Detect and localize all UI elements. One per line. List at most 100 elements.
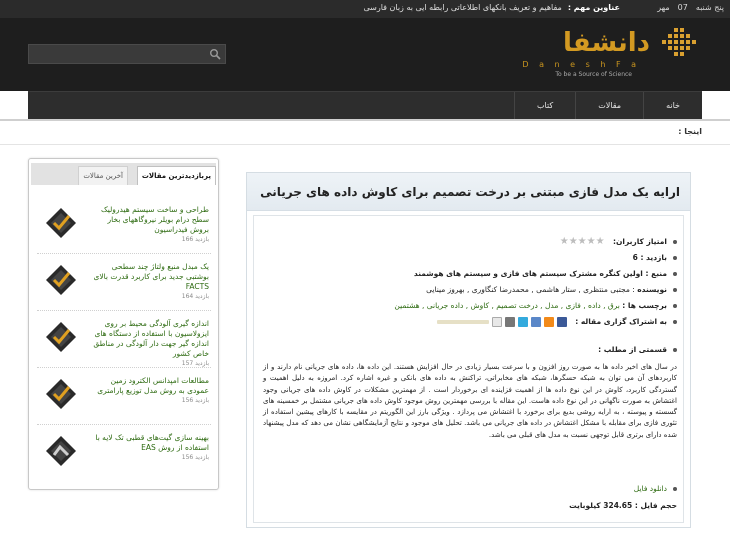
article-summary: در سال های اخیر داده ها به صورت روز افزو… xyxy=(263,363,677,439)
rating-stars[interactable]: ★★★★★ xyxy=(560,234,605,250)
authors-row: نویسنده : مجتبی منتظری , ستار هاشمی , مح… xyxy=(297,282,677,298)
date-day-name: پنج شنبه xyxy=(695,3,724,12)
tab-most-viewed[interactable]: پربازدیدترین مقالات xyxy=(136,166,216,185)
rating-star-icon[interactable]: ★ xyxy=(578,237,587,247)
email-icon[interactable] xyxy=(491,317,502,327)
list-item: طراحی و ساخت سیستم هیدرولیک سطح درام بوی… xyxy=(37,197,211,254)
share-label: به اشتراک گزاری مقاله : xyxy=(575,317,667,326)
list-item: اندازه گیری آلودگی محیط بر روی ایزولاسیو… xyxy=(37,311,211,368)
article-title: ارایه یک مدل فازی مبتنی بر درخت تصمیم بر… xyxy=(260,185,680,199)
bullet-icon xyxy=(673,304,677,308)
current-date: پنج شنبه 07 مهر xyxy=(649,3,724,12)
list-item-link[interactable]: اندازه گیری آلودگی محیط بر روی ایزولاسیو… xyxy=(89,319,209,369)
list-item-link[interactable]: طراحی و ساخت سیستم هیدرولیک سطح درام بوی… xyxy=(89,205,209,245)
logo-english-text: D a n e s h F a xyxy=(522,60,640,69)
facebook-icon[interactable] xyxy=(556,317,567,327)
article-panel: ارایه یک مدل فازی مبتنی بر درخت تصمیم بر… xyxy=(246,172,691,528)
article-list: طراحی و ساخت سیستم هیدرولیک سطح درام بوی… xyxy=(37,197,211,482)
list-item-title[interactable]: بهینه سازی گیت‌های قطبی تک لایه با استفا… xyxy=(89,433,209,453)
tags-label: برچسب ها : xyxy=(622,301,667,310)
article-thumbnail-icon xyxy=(46,265,76,295)
source-text: منبع : اولین کنگره مشترک سیستم های فازی … xyxy=(413,269,667,278)
nav-divider xyxy=(0,119,730,121)
list-item-link[interactable]: یک مبدل منبع ولتاژ چند سطحی بوشتبی جدید … xyxy=(89,262,210,302)
date-month: مهر xyxy=(657,3,670,12)
list-item-views: بازدید 156 xyxy=(181,397,209,404)
authors-label: نویسنده xyxy=(637,285,667,294)
rss-icon[interactable] xyxy=(543,317,554,327)
headlines-label: عناوین مهم : xyxy=(567,3,620,12)
headline-link[interactable]: مفاهیم و تعریف بانکهای اطلاعاتی رابطه ای… xyxy=(363,3,561,12)
search-icon[interactable] xyxy=(209,48,221,60)
bullet-icon xyxy=(673,240,677,244)
search-input[interactable] xyxy=(29,49,199,67)
nav-item-articles[interactable]: مقالات xyxy=(575,92,643,120)
main-nav: خانه مقالات کتاب xyxy=(28,91,702,120)
article-body: امتیاز کاربران: ★★★★★ بازدید : 6 منبع : … xyxy=(253,215,684,523)
article-meta: امتیاز کاربران: ★★★★★ بازدید : 6 منبع : … xyxy=(297,234,677,330)
breadcrumb: اینجا : xyxy=(678,127,702,136)
nav-item-home[interactable]: خانه xyxy=(643,92,702,120)
article-thumbnail-icon xyxy=(46,379,76,409)
list-item-title[interactable]: مطالعات امپدانس الکترود زمین عمودی به رو… xyxy=(89,376,209,396)
search-box xyxy=(28,44,226,67)
bullet-icon xyxy=(673,320,677,324)
popular-articles-widget: پربازدیدترین مقالات آخرین مقالات طراحی و… xyxy=(28,158,219,490)
site-header: دانشفا D a n e s h F a To be a Source of… xyxy=(0,18,730,91)
list-item-title[interactable]: یک مبدل منبع ولتاژ چند سطحی بوشتبی جدید … xyxy=(89,262,210,292)
list-item-link[interactable]: بهینه سازی گیت‌های قطبی تک لایه با استفا… xyxy=(89,433,209,463)
logo-diamond-icon xyxy=(662,28,696,56)
rating-star-icon[interactable]: ★ xyxy=(560,237,569,247)
rating-star-icon[interactable]: ★ xyxy=(587,237,596,247)
list-item-link[interactable]: مطالعات امپدانس الکترود زمین عمودی به رو… xyxy=(89,376,209,406)
list-item-views: بازدید 166 xyxy=(181,236,209,243)
authors-text: : مجتبی منتظری , ستار هاشمی , محمدرضا کن… xyxy=(426,285,638,294)
bullet-icon xyxy=(673,256,677,260)
list-item: مطالعات امپدانس الکترود زمین عمودی به رو… xyxy=(37,368,211,425)
list-item-title[interactable]: اندازه گیری آلودگی محیط بر روی ایزولاسیو… xyxy=(89,319,209,359)
article-thumbnail-icon xyxy=(46,208,76,238)
article-thumbnail-icon xyxy=(46,322,76,352)
rating-row: امتیاز کاربران: ★★★★★ xyxy=(297,234,677,250)
logo-persian-text: دانشفا xyxy=(563,28,650,58)
widget-tabs: پربازدیدترین مقالات آخرین مقالات xyxy=(31,163,216,185)
views-count: بازدید : 6 xyxy=(632,253,667,262)
share-counter-bar xyxy=(436,320,489,324)
source-row: منبع : اولین کنگره مشترک سیستم های فازی … xyxy=(297,266,677,282)
bullet-icon xyxy=(673,288,677,292)
rating-star-icon[interactable]: ★ xyxy=(569,237,578,247)
twitter-icon[interactable] xyxy=(517,317,528,327)
summary-heading: قسمتی از مطلب : xyxy=(598,345,667,354)
article-thumbnail-icon xyxy=(46,436,76,466)
tags-links[interactable]: برق , داده , فازی , مدل , درخت تصمیم , ک… xyxy=(394,301,620,310)
breadcrumb-divider xyxy=(0,144,730,145)
tab-latest[interactable]: آخرین مقالات xyxy=(78,166,128,185)
headline-ticker: عناوین مهم : مفاهیم و تعریف بانکهای اطلاع… xyxy=(363,3,620,12)
share-buttons xyxy=(434,314,567,330)
tags-row: برچسب ها : برق , داده , فازی , مدل , درخ… xyxy=(297,298,677,314)
bullet-icon xyxy=(673,487,677,491)
article-title-bar: ارایه یک مدل فازی مبتنی بر درخت تصمیم بر… xyxy=(247,173,690,211)
download-section: دانلود فایل حجم فایل : 324.65 کیلوبایت xyxy=(569,481,677,510)
rating-star-icon[interactable]: ★ xyxy=(596,237,605,247)
list-item: بهینه سازی گیت‌های قطبی تک لایه با استفا… xyxy=(37,425,211,482)
logo-tagline: To be a Source of Science xyxy=(555,71,632,78)
site-logo[interactable]: دانشفا D a n e s h F a To be a Source of… xyxy=(522,24,702,84)
bullet-icon xyxy=(673,272,677,276)
bullet-icon xyxy=(673,348,677,352)
views-row: بازدید : 6 xyxy=(297,250,677,266)
file-size: حجم فایل : 324.65 کیلوبایت xyxy=(569,501,677,510)
list-item-views: بازدید 156 xyxy=(181,454,209,461)
list-item-title[interactable]: طراحی و ساخت سیستم هیدرولیک سطح درام بوی… xyxy=(89,205,209,235)
print-icon[interactable] xyxy=(504,317,515,327)
list-item-views: بازدید 164 xyxy=(181,293,209,300)
list-item: یک مبدل منبع ولتاژ چند سطحی بوشتبی جدید … xyxy=(37,254,211,311)
summary-label: قسمتی از مطلب : xyxy=(598,342,677,358)
download-link[interactable]: دانلود فایل xyxy=(634,484,667,493)
date-day: 07 xyxy=(677,3,688,12)
rating-label: امتیاز کاربران: xyxy=(612,237,667,246)
top-bar: پنج شنبه 07 مهر عناوین مهم : مفاهیم و تعریف… xyxy=(0,0,730,18)
nav-item-books[interactable]: کتاب xyxy=(514,92,575,120)
share-row: به اشتراک گزاری مقاله : xyxy=(297,314,677,330)
digg-icon[interactable] xyxy=(530,317,541,327)
